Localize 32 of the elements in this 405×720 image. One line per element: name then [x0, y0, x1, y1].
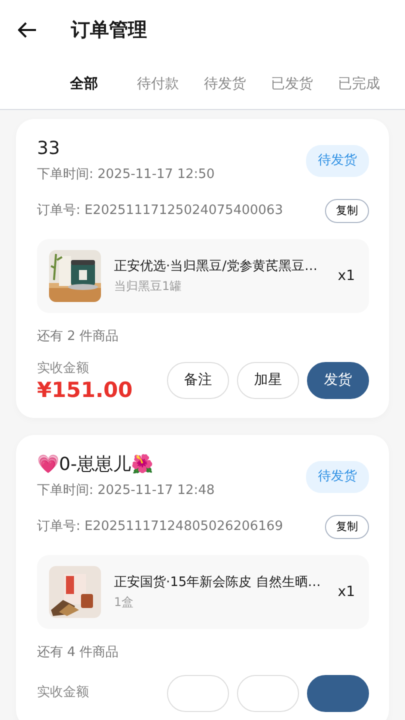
copy-button[interactable]: 复制	[325, 198, 369, 223]
order-time: 下单时间: 2025-11-17 12:50	[37, 166, 215, 184]
action-button[interactable]	[307, 674, 369, 712]
quantity: x1	[338, 266, 355, 286]
page-title: 订单管理	[71, 18, 147, 43]
order-number: 订单号: E20251117125024075400063	[37, 202, 283, 220]
more-items: 还有 2 件商品	[37, 328, 120, 346]
copy-button[interactable]: 复制	[325, 514, 369, 540]
tab[interactable]: 全部	[70, 60, 137, 110]
amount-label: 实收金额	[37, 684, 89, 702]
order-time: 下单时间: 2025-11-17 12:48	[37, 482, 215, 500]
product-title: 正安优选·当归黑豆/党参黄芪黑豆…	[114, 258, 319, 276]
buyer-name: 33	[37, 137, 61, 161]
product-title: 正安国货·15年新会陈皮 自然生晒…	[114, 574, 322, 592]
back-icon[interactable]	[18, 22, 37, 38]
tab[interactable]: 待付款	[137, 60, 204, 110]
tab[interactable]: 已发货	[271, 60, 338, 110]
tab[interactable]: 待发货	[204, 60, 271, 110]
buyer-name: 💗0-崽崽儿🌺	[37, 453, 154, 478]
status-badge: 待发货	[306, 145, 369, 176]
amount: ¥151.00	[37, 378, 133, 402]
more-items: 还有 4 件商品	[37, 644, 120, 662]
action-button[interactable]: 发货	[307, 362, 369, 399]
amount-label: 实收金额	[37, 360, 90, 378]
product-spec: 1盒	[114, 594, 135, 611]
quantity: x1	[338, 582, 355, 602]
tab[interactable]: 已完成	[338, 60, 405, 110]
status-badge: 待发货	[306, 461, 369, 493]
action-button[interactable]: 加星	[237, 362, 299, 399]
action-button[interactable]: 备注	[167, 362, 229, 399]
product-spec: 当归黑豆1罐	[114, 278, 183, 295]
order-number: 订单号: E20251117124805026206169	[37, 518, 283, 536]
